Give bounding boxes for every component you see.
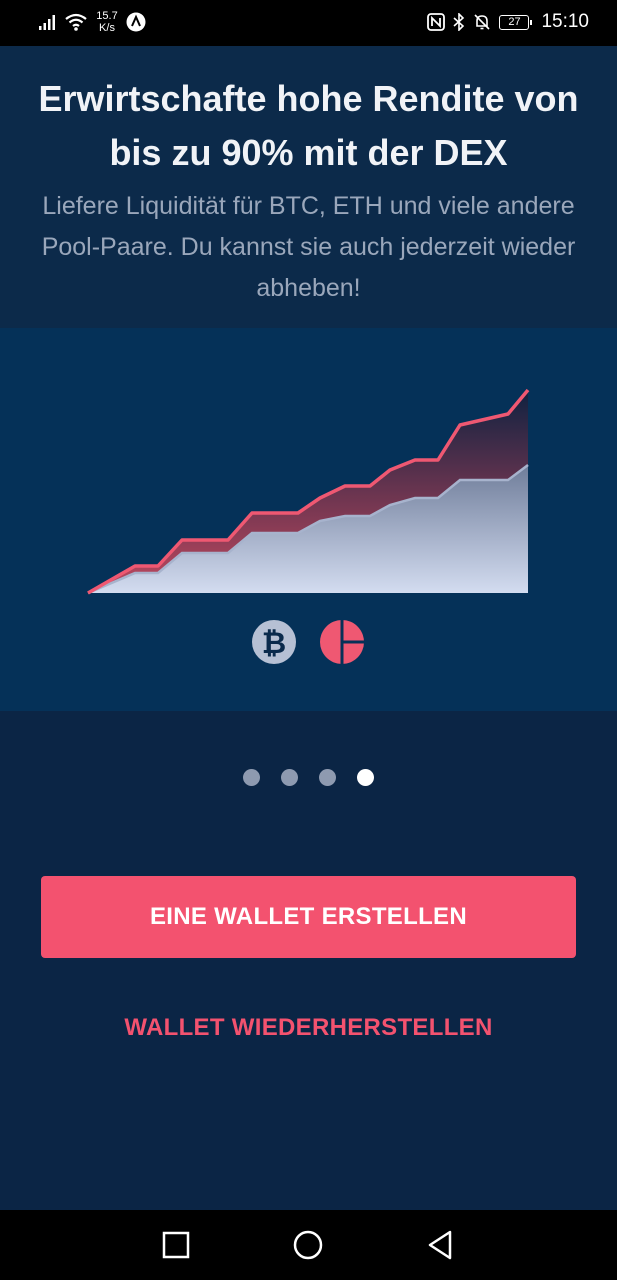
onboarding-header: Erwirtschafte hohe Rendite von bis zu 90…	[0, 46, 617, 328]
onboarding-subtitle: Liefere Liquidität für BTC, ETH und viel…	[41, 192, 576, 302]
pager-dots	[0, 768, 617, 788]
onboarding-screen: 15.7 K/s 27 15:10 Erwirtschafte hohe Ren…	[0, 0, 617, 1280]
navigation-bar	[0, 1210, 617, 1280]
onboarding-title: Erwirtschafte hohe Rendite von bis zu 90…	[38, 78, 579, 173]
network-speed: 15.7 K/s	[94, 10, 120, 34]
recents-square-icon[interactable]	[159, 1228, 193, 1262]
mute-bell-icon	[474, 14, 491, 30]
wifi-icon	[65, 13, 87, 31]
nfc-icon	[427, 13, 446, 31]
app-notification-icon	[126, 12, 146, 32]
pager-dot-2[interactable]	[281, 769, 298, 786]
yield-illustration: ₿	[0, 328, 617, 711]
pool-token-icon	[320, 620, 364, 664]
battery-icon: 27	[499, 14, 533, 30]
pager-dot-3[interactable]	[319, 769, 336, 786]
network-speed-unit: K/s	[99, 22, 115, 34]
pager-dot-4-active[interactable]	[357, 769, 374, 786]
status-bar-left: 15.7 K/s	[38, 10, 146, 34]
svg-text:₿: ₿	[262, 627, 286, 660]
bitcoin-icon: ₿	[252, 620, 296, 664]
restore-wallet-button[interactable]: WALLET WIEDERHERSTELLEN	[41, 1000, 576, 1056]
status-bar: 15.7 K/s 27 15:10	[0, 0, 617, 46]
create-wallet-button[interactable]: EINE WALLET ERSTELLEN	[41, 876, 576, 958]
back-triangle-icon[interactable]	[423, 1228, 457, 1262]
status-bar-right: 27 15:10	[427, 10, 589, 34]
pager-dot-1[interactable]	[243, 769, 260, 786]
home-circle-icon[interactable]	[291, 1228, 325, 1262]
bluetooth-icon	[453, 13, 465, 31]
yield-graph: ₿	[87, 388, 530, 664]
signal-icon	[39, 15, 55, 30]
status-time: 15:10	[541, 11, 589, 32]
network-speed-value: 15.7	[96, 10, 118, 22]
